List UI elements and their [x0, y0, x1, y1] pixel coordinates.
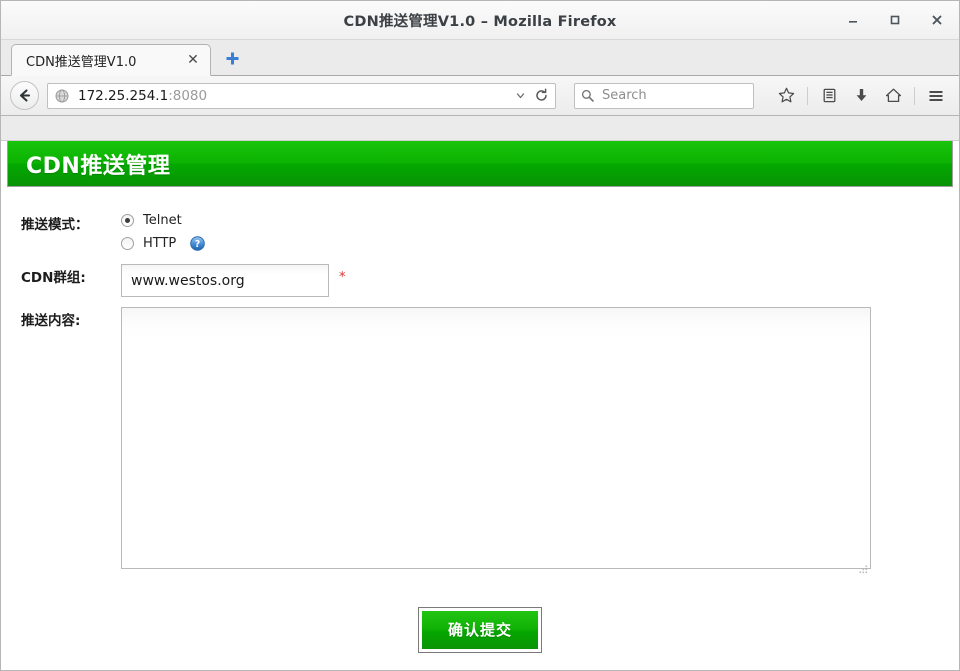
globe-icon	[55, 89, 71, 103]
label-push-mode: 推送模式：	[21, 217, 89, 233]
app-banner: CDN推送管理	[7, 141, 953, 187]
url-host: 172.25.254.1	[78, 87, 169, 104]
toolbar-divider-2	[914, 86, 915, 105]
tab-strip: CDN推送管理V1.0 ✕	[1, 40, 959, 76]
tab-label: CDN推送管理V1.0	[26, 54, 137, 70]
page-content: CDN推送管理 推送模式： Telnet HTTP ? CDN群组: www.w…	[1, 116, 959, 670]
form-row-mode: 推送模式： Telnet HTTP ?	[1, 211, 959, 252]
field-push-content	[121, 307, 959, 574]
label-cdn-group: CDN群组:	[21, 270, 86, 286]
url-port: :8080	[168, 87, 208, 104]
radio-option-telnet[interactable]: Telnet	[121, 211, 205, 229]
content-top-strip	[1, 116, 959, 141]
field-cdn-group: *	[121, 264, 959, 297]
push-form: 推送模式： Telnet HTTP ? CDN群组: www.westos.or…	[1, 187, 959, 653]
label-push-content: 推送内容:	[21, 313, 81, 329]
maximize-button[interactable]	[881, 6, 909, 34]
submit-focus-ring: 确认提交	[417, 607, 542, 653]
cdn-group-input[interactable]	[121, 264, 329, 297]
radio-option-http[interactable]: HTTP ?	[121, 234, 206, 252]
back-button[interactable]	[10, 81, 39, 110]
search-placeholder: Search	[602, 88, 647, 103]
form-row-content: 推送内容:	[1, 307, 959, 574]
radio-telnet-icon[interactable]	[121, 213, 134, 227]
downloads-icon[interactable]	[847, 82, 875, 110]
page-title: CDN推送管理	[26, 153, 171, 179]
title-bar: CDN推送管理V1.0 – Mozilla Firefox	[1, 1, 959, 40]
search-icon	[581, 89, 596, 102]
library-icon[interactable]	[815, 82, 843, 110]
radio-telnet-label: Telnet	[143, 212, 182, 228]
help-question-icon[interactable]: ?	[190, 235, 206, 251]
radio-http-icon[interactable]	[121, 236, 134, 250]
browser-window: CDN推送管理V1.0 – Mozilla Firefox CDN推送管理V1.…	[0, 0, 960, 671]
push-content-textarea[interactable]	[121, 307, 871, 569]
url-text: 172.25.254.1:8080	[78, 88, 512, 104]
submit-row: 确认提交	[1, 607, 959, 653]
close-button[interactable]	[923, 6, 951, 34]
minimize-button[interactable]	[839, 6, 867, 34]
window-controls	[839, 1, 951, 39]
radio-group-push-mode: Telnet HTTP ?	[121, 211, 206, 252]
field-push-mode: Telnet HTTP ?	[121, 211, 959, 252]
search-bar[interactable]: Search	[574, 82, 754, 109]
toolbar-icons	[772, 82, 950, 110]
submit-button[interactable]: 确认提交	[421, 611, 538, 649]
form-row-group: CDN群组: *	[1, 264, 959, 297]
bookmark-star-icon[interactable]	[772, 82, 800, 110]
home-icon[interactable]	[879, 82, 907, 110]
new-tab-icon[interactable]	[217, 43, 247, 73]
tab-close-icon[interactable]: ✕	[184, 51, 202, 69]
tab-cdn-push-management[interactable]: CDN推送管理V1.0 ✕	[11, 44, 211, 76]
reload-icon[interactable]	[531, 88, 551, 103]
url-bar[interactable]: 172.25.254.1:8080	[47, 82, 556, 109]
toolbar-divider	[807, 86, 808, 105]
svg-text:?: ?	[195, 239, 201, 250]
radio-http-label: HTTP	[143, 235, 177, 251]
window-title: CDN推送管理V1.0 – Mozilla Firefox	[343, 13, 617, 30]
chevron-down-icon[interactable]	[512, 90, 528, 101]
navigation-toolbar: 172.25.254.1:8080 Search	[1, 76, 959, 116]
required-asterisk: *	[339, 270, 346, 285]
menu-hamburger-icon[interactable]	[922, 82, 950, 110]
